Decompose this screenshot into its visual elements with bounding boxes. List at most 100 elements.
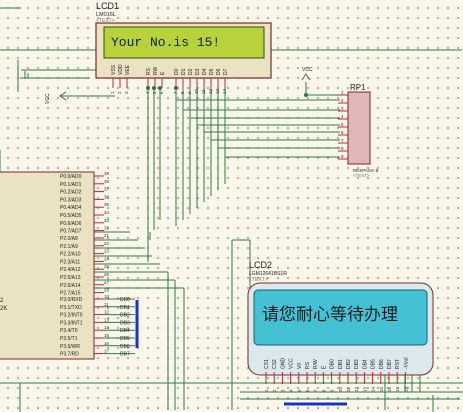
vcc-label-left: VCC xyxy=(45,93,51,104)
mcu-port3-label: P3.3/INT1 xyxy=(60,320,83,326)
lcd1-pin-label: VSS xyxy=(111,64,117,75)
lcd1-component[interactable]: LCD1 LM016L <TEXT> Your No.is 15! VSS1VD… xyxy=(95,1,272,94)
rp1-pin-number: 8 xyxy=(341,146,344,151)
rp1-pin-number: 5 xyxy=(341,122,344,127)
mcu-port0-label: P0.7/AD7 xyxy=(60,229,82,235)
lcd2-pin-label: -Vout xyxy=(403,357,409,369)
wire-junction xyxy=(304,93,308,97)
lcd1-pin-label: D5 xyxy=(209,68,215,75)
wire-junction xyxy=(158,86,162,90)
lcd2-pin-number: 6 xyxy=(305,389,310,392)
mcu-port2-number: 22 xyxy=(104,241,110,246)
lcd2-pin-number: 7 xyxy=(313,389,318,392)
rp1-pin-number: 6 xyxy=(341,130,344,135)
port3-net-label: DB6 xyxy=(120,344,130,350)
lcd1-pin-number: 14 xyxy=(222,88,227,94)
mcu-port0-number: 37 xyxy=(104,187,110,192)
mcu-port2-number: 25 xyxy=(104,264,110,269)
mcu-port2-number: 23 xyxy=(104,249,110,254)
lcd1-pin-label: D0 xyxy=(174,68,180,75)
mcu-port3-label: P3.4/T0 xyxy=(60,328,78,334)
schematic-drawing: LCD1 LM016L <TEXT> Your No.is 15! VSS1VD… xyxy=(0,1,463,412)
rp1-component[interactable]: RP1 RESPACK-8 <TEXT> 123456789 xyxy=(338,83,379,178)
lcd2-component[interactable]: LCD2 LGM12641BS1R <TEXT> 请您耐心等待办理 CS11CS… xyxy=(247,260,434,392)
mcu-port3-number: 15 xyxy=(104,333,110,338)
lcd1-pin-label: D6 xyxy=(216,68,222,75)
port3-net-label: DB1 xyxy=(120,305,130,311)
mcu-port0-label: P0.0/AD0 xyxy=(60,174,82,180)
mcu-port0-label: P0.3/AD3 xyxy=(60,197,82,203)
port3-net-label: DB0 xyxy=(120,297,130,303)
lcd2-pin-label: R/W xyxy=(313,359,319,369)
lcd2-pin-label: CS2 xyxy=(272,359,278,369)
lcd1-pin-label: VDD xyxy=(118,64,124,75)
lcd1-pin-label: D7 xyxy=(223,68,229,75)
schematic-canvas[interactable]: LCD1 LM016L <TEXT> Your No.is 15! VSS 1 VD… xyxy=(0,0,463,412)
mcu-port3-label: P3.7/RD xyxy=(60,352,79,358)
mcu-port3-label: P3.6/WR xyxy=(60,344,80,350)
lcd2-pin-label: DB7 xyxy=(387,359,393,369)
mcu-partial-label-2: 2K xyxy=(0,306,7,312)
lcd2-pin-label: RS xyxy=(305,361,311,369)
lcd2-pin-number: 17 xyxy=(395,386,400,392)
mcu-port2-number: 28 xyxy=(104,288,110,293)
lcd1-pin-number: 11 xyxy=(201,89,206,94)
lcd2-pin-number: 14 xyxy=(371,386,376,392)
lcd2-pin-label: DB6 xyxy=(379,359,385,369)
lcd2-ref: LCD2 xyxy=(249,260,272,270)
mcu-port0-number: 35 xyxy=(104,202,110,207)
rp1-pin-number: 9 xyxy=(341,154,344,159)
lcd2-pin-label: DB2 xyxy=(346,359,352,369)
vcc-terminal-rp1: VCC xyxy=(301,67,313,81)
lcd1-pin-number: 1 xyxy=(110,91,115,94)
vcc-terminal-left: VCC xyxy=(45,91,67,104)
mcu-port2-label: P2.4/A12 xyxy=(60,267,81,273)
mcu-port2-number: 27 xyxy=(104,280,110,285)
port3-net-label: DB4 xyxy=(120,328,130,334)
lcd2-pin-label: DB5 xyxy=(371,359,377,369)
lcd1-pin-number: 13 xyxy=(215,88,220,94)
lcd2-pin-number: 13 xyxy=(362,386,367,392)
lcd1-pin-label: D2 xyxy=(188,68,194,75)
lcd1-pin-number: 12 xyxy=(208,88,213,94)
mcu-port3-number: 17 xyxy=(104,349,110,354)
lcd2-pin-number: 9 xyxy=(330,389,335,392)
mcu-port3-number: 11 xyxy=(104,302,109,307)
mcu-port0-label: P0.5/AD5 xyxy=(60,213,82,219)
mcu-port2-label: P2.3/A11 xyxy=(60,259,80,265)
mcu-port0-label: P0.6/AD6 xyxy=(60,221,82,227)
lcd2-pin-label: DB0 xyxy=(330,359,336,369)
port3-net-label: DB2 xyxy=(120,313,130,319)
mcu-port3-label: P3.2/INT0 xyxy=(60,313,83,319)
mcu-port0-number: 33 xyxy=(104,218,110,223)
mcu-port2-number: 24 xyxy=(104,256,110,261)
lcd2-pin-number: 10 xyxy=(338,386,343,392)
lcd2-pin-number: 2 xyxy=(272,389,277,392)
vcc-label-rp1: VCC xyxy=(302,67,313,73)
lcd1-pin-number: 10 xyxy=(194,88,199,94)
rp1-pin-number: 1 xyxy=(341,90,344,95)
lcd2-pin-number: 1 xyxy=(264,389,269,392)
lcd2-pin-number: 8 xyxy=(321,389,326,392)
mcu-port2-number: 26 xyxy=(104,272,110,277)
rp1-pin-number: 4 xyxy=(341,114,344,119)
mcu-port3-number: 12 xyxy=(104,310,110,315)
mcu-port2-label: P2.1/A9 xyxy=(60,244,78,250)
lcd2-pin-number: 12 xyxy=(354,386,359,392)
port3-net-label: DB7 xyxy=(120,352,130,358)
lcd1-pin-label: RW xyxy=(153,66,159,75)
port3-net-label: DB5 xyxy=(120,336,130,342)
lcd2-display-text: 请您耐心等待办理 xyxy=(262,305,398,324)
lcd1-pin-label: D4 xyxy=(202,68,208,75)
mcu-port3-label: P3.1/TXD xyxy=(60,305,82,311)
mcu-port2-label: P2.6/A14 xyxy=(60,283,81,289)
mcu-component[interactable]: 2 2K P0.0/AD039P0.1/AD138P0.2/AD237P0.3/… xyxy=(0,171,135,360)
mcu-port3-number: 16 xyxy=(104,341,110,346)
lcd1-pin-label: RS xyxy=(146,67,152,75)
rp1-body xyxy=(347,91,371,165)
mcu-port2-label: P2.2/A10 xyxy=(60,252,81,258)
lcd1-pin-number: 2 xyxy=(117,91,122,94)
lcd2-pin-label: RST xyxy=(395,359,401,369)
mcu-port0-label: P0.1/AD1 xyxy=(60,182,82,188)
lcd2-pin-label: DB3 xyxy=(354,359,360,369)
